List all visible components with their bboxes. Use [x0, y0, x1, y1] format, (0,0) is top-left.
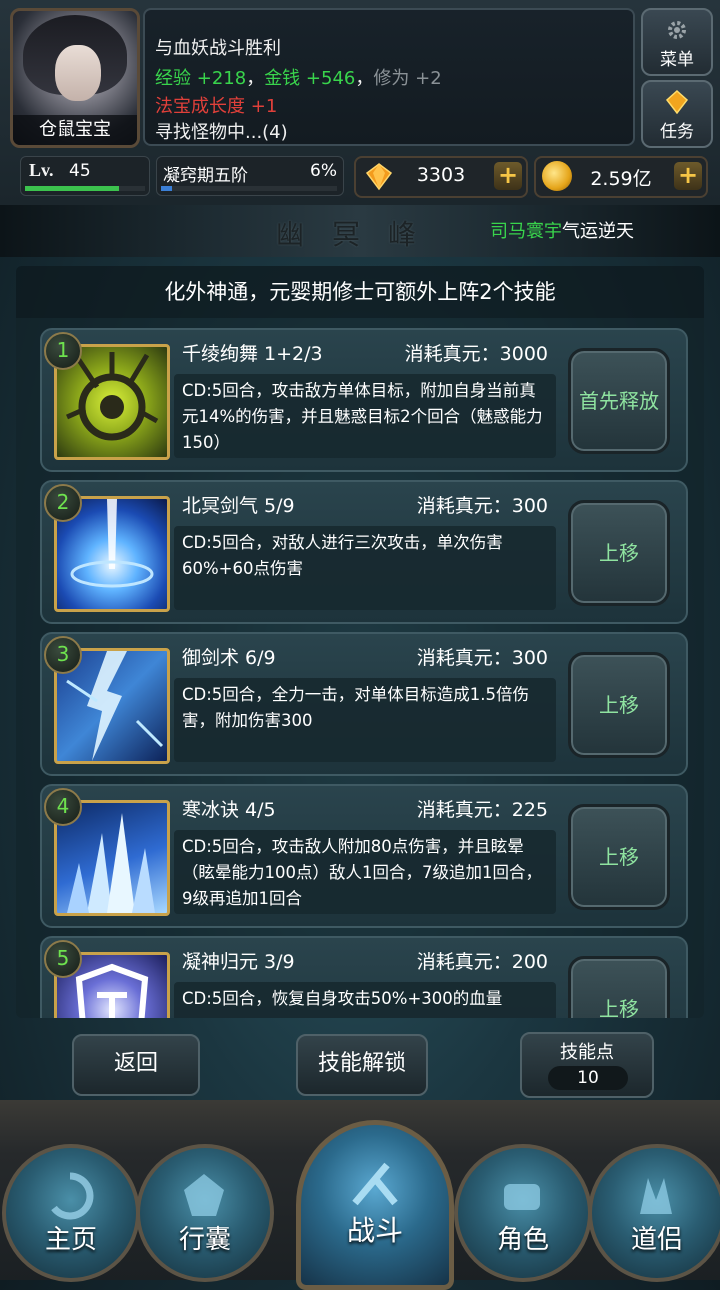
gold-currency: 2.59亿 + — [534, 156, 708, 198]
battle-log-panel: 与血妖战斗胜利 经验 +218，金钱 +546，修为 +2 法宝成长度 +1 寻… — [143, 8, 635, 146]
move-up-button[interactable]: 上移 — [568, 500, 670, 606]
treasure-label: 法宝成长度 — [155, 96, 245, 117]
stage-progress-bar — [161, 186, 337, 191]
partner-icon — [640, 1178, 672, 1214]
add-gold-button[interactable]: + — [674, 162, 702, 190]
player-avatar[interactable]: 仓鼠宝宝 — [10, 8, 140, 148]
skill-name: 北冥剑气 5/9 — [182, 495, 295, 517]
nav-partner[interactable]: 道侣 — [588, 1144, 720, 1282]
nav-bag-label: 行囊 — [178, 1225, 231, 1255]
bag-icon — [184, 1174, 224, 1216]
level-progress-bar — [25, 186, 145, 191]
level-prefix: Lv. — [29, 160, 54, 180]
exp-value: +218 — [196, 68, 247, 89]
top-header: 仓鼠宝宝 与血妖战斗胜利 经验 +218，金钱 +546，修为 +2 法宝成长度… — [0, 0, 720, 205]
skill-name: 寒冰诀 4/5 — [182, 799, 276, 821]
skill-description: CD:5回合，攻击敌人附加80点伤害，并且眩晕（眩晕能力100点）敌人1回合，7… — [174, 830, 556, 914]
separator: ， — [355, 68, 374, 89]
skill-points-value: 10 — [548, 1066, 628, 1090]
skill-card: 1 千绫绚舞 1+2/3 消耗真元：3000 CD:5回合，攻击敌方单体目标，附… — [40, 328, 688, 472]
skill-description: CD:5回合，恢复自身攻击50%+300的血量 — [174, 982, 556, 1018]
gear-icon — [668, 21, 686, 39]
nav-battle-label: 战斗 — [346, 1214, 403, 1247]
cast-first-button[interactable]: 首先释放 — [568, 348, 670, 454]
gem-currency: 3303 + — [354, 156, 528, 198]
skill-index-badge: 1 — [44, 332, 82, 370]
skill-cost: 消耗真元：300 — [416, 647, 548, 669]
nav-role-label: 角色 — [496, 1225, 549, 1255]
skill-card: 4 寒冰诀 4/5 消耗真元：225 CD:5回合，攻击敌人附加80点伤害，并且… — [40, 784, 688, 928]
skill-name: 千绫绚舞 1+2/3 — [182, 343, 323, 365]
stage-name: 凝窍期五阶 — [163, 166, 248, 186]
nav-battle[interactable]: 战斗 — [296, 1120, 454, 1290]
exp-label: 经验 — [155, 68, 191, 89]
skill-description: CD:5回合，全力一击，对单体目标造成1.5倍伤害，附加伤害300 — [174, 678, 556, 762]
gold-value: +546 — [305, 68, 356, 89]
separator: ， — [246, 68, 265, 89]
gold-label: 金钱 — [264, 68, 301, 89]
stats-bar: Lv. 45 凝窍期五阶 6% 3303 + 2.59亿 + — [0, 152, 720, 200]
add-gems-button[interactable]: + — [494, 162, 522, 190]
search-status: 寻找怪物中...(4) — [155, 122, 288, 143]
cultivation-value: +2 — [415, 68, 442, 89]
treasure-line: 法宝成长度 +1 — [155, 92, 277, 118]
skill-card: 5 凝神归元 3/9 消耗真元：200 CD:5回合，恢复自身攻击50%+300… — [40, 936, 688, 1018]
menu-label: 菜单 — [660, 50, 694, 70]
crossed-swords-icon — [352, 1162, 398, 1206]
skill-description: CD:5回合，攻击敌方单体目标，附加自身当前真元14%的伤害，并且魅惑目标2个回… — [174, 374, 556, 458]
skill-card: 3 御剑术 6/9 消耗真元：300 CD:5回合，全力一击，对单体目标造成1.… — [40, 632, 688, 776]
skill-notice: 化外神通，元婴期修士可额外上阵2个技能 — [16, 266, 704, 318]
skill-cost: 消耗真元：200 — [416, 951, 548, 973]
nav-home[interactable]: 主页 — [2, 1144, 140, 1282]
skill-index-badge: 4 — [44, 788, 82, 826]
cultivation-stage-box: 凝窍期五阶 6% — [156, 156, 344, 196]
skill-cost: 消耗真元：300 — [416, 495, 548, 517]
skill-card: 2 北冥剑气 5/9 消耗真元：300 CD:5回合，对敌人进行三次攻击，单次伤… — [40, 480, 688, 624]
menu-button[interactable]: 菜单 — [641, 8, 713, 76]
bottom-nav: 主页 行囊 战斗 角色 道侣 — [0, 1100, 720, 1290]
skill-points: 技能点 10 — [520, 1032, 654, 1098]
character-icon — [504, 1184, 540, 1210]
ticker-player: 司马寰宇 — [490, 221, 562, 242]
back-button[interactable]: 返回 — [72, 1034, 200, 1096]
skill-description: CD:5回合，对敌人进行三次攻击，单次伤害60%+60点伤害 — [174, 526, 556, 610]
skill-cost: 消耗真元：3000 — [404, 343, 548, 365]
reward-line: 经验 +218，金钱 +546，修为 +2 — [155, 64, 442, 90]
player-name: 仓鼠宝宝 — [13, 115, 137, 145]
level-box: Lv. 45 — [20, 156, 150, 196]
announcement-ticker: 司马寰宇气运逆天 — [490, 217, 634, 243]
avatar-face — [55, 45, 101, 101]
skill-index-badge: 5 — [44, 940, 82, 978]
tasks-label: 任务 — [660, 122, 694, 142]
skill-points-label: 技能点 — [560, 1042, 614, 1063]
cultivation-label: 修为 — [373, 68, 410, 89]
move-up-button[interactable]: 上移 — [568, 652, 670, 758]
skill-name: 凝神归元 3/9 — [182, 951, 295, 973]
home-icon — [51, 1172, 94, 1220]
battle-result: 与血妖战斗胜利 — [155, 38, 281, 59]
nav-partner-label: 道侣 — [630, 1225, 683, 1255]
level-value: 45 — [69, 161, 91, 181]
skill-unlock-button[interactable]: 技能解锁 — [296, 1034, 428, 1096]
stage-percent: 6% — [310, 161, 337, 181]
nav-home-label: 主页 — [44, 1225, 97, 1255]
skill-index-badge: 2 — [44, 484, 82, 522]
tasks-button[interactable]: 任务 — [641, 80, 713, 148]
skill-panel: 化外神通，元婴期修士可额外上阵2个技能 1 千绫绚舞 1+2/3 消耗真元：30… — [16, 266, 704, 1018]
location-title-bar: 幽冥峰 司马寰宇气运逆天 — [0, 205, 720, 257]
task-gem-icon — [665, 90, 689, 114]
treasure-value: +1 — [250, 96, 278, 117]
move-up-button[interactable]: 上移 — [568, 804, 670, 910]
skill-index-badge: 3 — [44, 636, 82, 674]
nav-role[interactable]: 角色 — [454, 1144, 592, 1282]
skill-cost: 消耗真元：225 — [416, 799, 548, 821]
move-up-button[interactable]: 上移 — [568, 956, 670, 1018]
nav-bag[interactable]: 行囊 — [136, 1144, 274, 1282]
skill-name: 御剑术 6/9 — [182, 647, 276, 669]
ticker-message: 气运逆天 — [562, 221, 634, 242]
